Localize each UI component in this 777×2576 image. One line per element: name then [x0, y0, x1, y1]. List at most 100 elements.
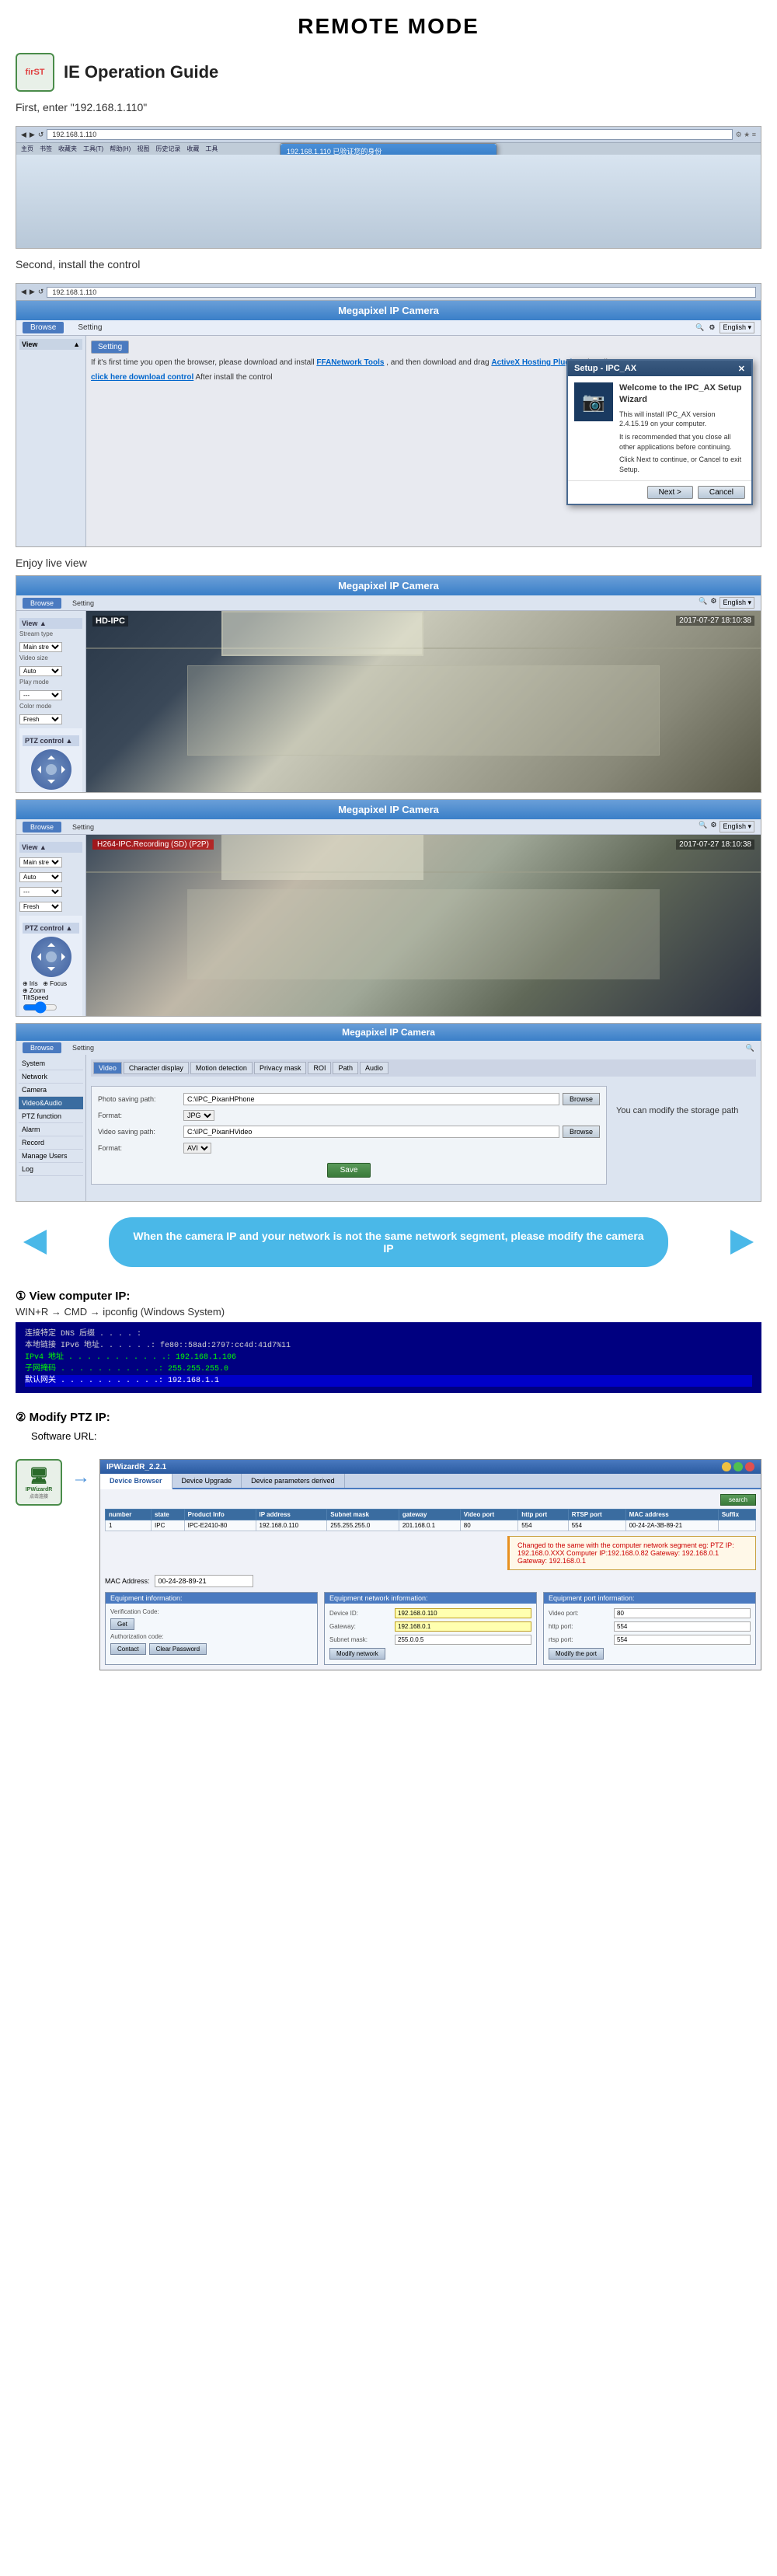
modify-network-btn[interactable]: Modify network — [329, 1648, 385, 1660]
save-button[interactable]: Save — [327, 1163, 371, 1178]
ipwizard-search-btn[interactable]: search — [720, 1494, 756, 1506]
settings-nav-log[interactable]: Log — [19, 1163, 83, 1176]
lv-colormode-select[interactable]: Fresh — [19, 714, 62, 724]
address-bar-2[interactable]: 192.168.1.110 — [47, 287, 756, 298]
lv2-stream-select[interactable]: Main stream — [19, 857, 62, 867]
settings-nav-record[interactable]: Record — [19, 1136, 83, 1150]
tab-device-upgrade[interactable]: Device Upgrade — [172, 1474, 242, 1488]
view-label: View — [22, 340, 37, 348]
settings-motion-tab[interactable]: Motion detection — [190, 1062, 253, 1074]
ptz-right-arrow[interactable] — [61, 766, 69, 773]
maximize-btn[interactable] — [733, 1462, 743, 1471]
settings-nav-alarm[interactable]: Alarm — [19, 1123, 83, 1136]
settings-nav-camera[interactable]: Camera — [19, 1084, 83, 1097]
table-row[interactable]: 1 IPC IPC-E2410-80 192.168.0.110 255.255… — [106, 1520, 756, 1531]
lv2-browse-tab[interactable]: Browse — [23, 822, 61, 832]
settings-browse-tab[interactable]: Browse — [23, 1042, 61, 1053]
setup-cancel-button[interactable]: Cancel — [698, 486, 745, 499]
video-browse-btn[interactable]: Browse — [563, 1126, 600, 1138]
download-control-link[interactable]: click here download control — [91, 373, 193, 382]
setup-next-button[interactable]: Next > — [647, 486, 693, 499]
lv-lang[interactable]: English ▾ — [720, 597, 754, 609]
tab-device-browser[interactable]: Device Browser — [100, 1474, 172, 1489]
close-btn[interactable] — [745, 1462, 754, 1471]
collapse-icon[interactable]: ▲ — [73, 340, 80, 348]
ptz2-up[interactable] — [47, 939, 55, 947]
lv-playmode-select[interactable]: --- — [19, 690, 62, 700]
lv-nav-tabs: Browse Setting — [23, 598, 102, 609]
mac-address-input[interactable] — [155, 1575, 253, 1587]
lv2-colormode-select[interactable]: Fresh — [19, 902, 62, 912]
rtsp-port-input[interactable] — [614, 1635, 751, 1645]
minimize-btn[interactable] — [722, 1462, 731, 1471]
lv-videosize-select[interactable]: Auto — [19, 666, 62, 676]
settings-nav-network[interactable]: Network — [19, 1070, 83, 1084]
browser-refresh-icon[interactable]: ↺ — [38, 131, 44, 139]
settings-setting-tab[interactable]: Setting — [64, 1042, 102, 1053]
ptz2-down[interactable] — [47, 967, 55, 975]
settings-char-tab[interactable]: Character display — [124, 1062, 189, 1074]
http-port-input[interactable] — [614, 1621, 751, 1632]
ptz2-left[interactable] — [33, 953, 41, 961]
settings-nav-system[interactable]: System — [19, 1057, 83, 1070]
browser-forward-icon[interactable]: ▶ — [30, 131, 35, 139]
lv-ptz-area: PTZ control ▲ ⊕ Iris ⊕ Focus ⊕ Zoom — [19, 728, 82, 792]
lv-setting-tab[interactable]: Setting — [64, 598, 102, 609]
address-bar[interactable]: 192.168.1.110 — [47, 129, 732, 140]
ptz-down-arrow[interactable] — [47, 780, 55, 787]
lv2-tilt-slider[interactable] — [23, 1001, 57, 1014]
modify-port-btn[interactable]: Modify the port — [549, 1648, 604, 1660]
settings-nav-videoaudio[interactable]: Video&Audio — [19, 1097, 83, 1110]
get-btn[interactable]: Get — [110, 1618, 134, 1630]
ffa-link[interactable]: FFANetwork Tools — [316, 358, 384, 367]
ref-icon[interactable]: ↺ — [38, 288, 44, 296]
gateway-input[interactable] — [395, 1621, 531, 1632]
video-path-input[interactable] — [183, 1126, 559, 1138]
ptz2-right[interactable] — [61, 953, 69, 961]
lv2-videosize-select[interactable]: Auto — [19, 872, 62, 882]
setting-tab[interactable]: Setting — [70, 322, 110, 333]
video-format-select[interactable]: AVI — [183, 1143, 211, 1154]
video-port-input[interactable] — [614, 1608, 751, 1618]
setting-tab-active[interactable]: Setting — [91, 340, 129, 354]
settings-audio-tab[interactable]: Audio — [360, 1062, 388, 1074]
settings-roi-tab[interactable]: ROI — [308, 1062, 331, 1074]
fwd-icon[interactable]: ▶ — [30, 288, 35, 296]
back-icon[interactable]: ◀ — [21, 288, 26, 296]
setup-wizard-dialog: Setup - IPC_AX ✕ 📷 Welcome to the IPC_AX… — [566, 359, 753, 505]
ptz-up-arrow[interactable] — [47, 752, 55, 759]
lv2-lang[interactable]: English ▾ — [720, 821, 754, 832]
settings-video-tab[interactable]: Video — [93, 1062, 122, 1074]
lv-ptz-section: PTZ control ▲ — [23, 735, 79, 746]
photo-path-input[interactable] — [183, 1093, 559, 1105]
lv-stream-select[interactable]: Main stream — [19, 642, 62, 652]
activex-link[interactable]: ActiveX Hosting Plugin — [491, 358, 577, 367]
browser-back-icon[interactable]: ◀ — [21, 131, 26, 139]
ptz-left-arrow[interactable] — [33, 766, 41, 773]
settings-nav-ptz[interactable]: PTZ function — [19, 1110, 83, 1123]
lv-sidebar-2: View ▲ Main stream Auto --- Fresh PTZ co… — [16, 835, 86, 1016]
settings-path-tab[interactable]: Path — [333, 1062, 358, 1074]
ptz-center[interactable] — [46, 764, 57, 775]
lv2-setting-tab[interactable]: Setting — [64, 822, 102, 832]
settings-privacy-tab[interactable]: Privacy mask — [254, 1062, 307, 1074]
device-id-input[interactable] — [395, 1608, 531, 1618]
video-path-row: Video saving path: Browse — [98, 1126, 600, 1138]
lv2-playmode-select[interactable]: --- — [19, 887, 62, 897]
camera-ui-body: View ▲ Setting If it's first time you op… — [16, 336, 761, 547]
subnet-input[interactable] — [395, 1635, 531, 1645]
clear-pwd-btn[interactable]: Clear Password — [149, 1643, 207, 1655]
ptz2-center[interactable] — [46, 951, 57, 962]
td-product: IPC-E2410-80 — [184, 1520, 256, 1531]
ptz-circle-2 — [31, 937, 71, 977]
equip-port-title: Equipment port information: — [544, 1593, 755, 1604]
tab-device-params[interactable]: Device parameters derived — [242, 1474, 345, 1488]
lv-browse-tab[interactable]: Browse — [23, 598, 61, 609]
setup-close-icon[interactable]: ✕ — [738, 364, 745, 374]
browse-tab[interactable]: Browse — [23, 322, 64, 333]
settings-nav-users[interactable]: Manage Users — [19, 1150, 83, 1163]
format-select[interactable]: JPG — [183, 1110, 214, 1121]
lang-select[interactable]: English ▾ — [720, 322, 754, 333]
photo-browse-btn[interactable]: Browse — [563, 1093, 600, 1105]
contact-btn[interactable]: Contact — [110, 1643, 146, 1655]
